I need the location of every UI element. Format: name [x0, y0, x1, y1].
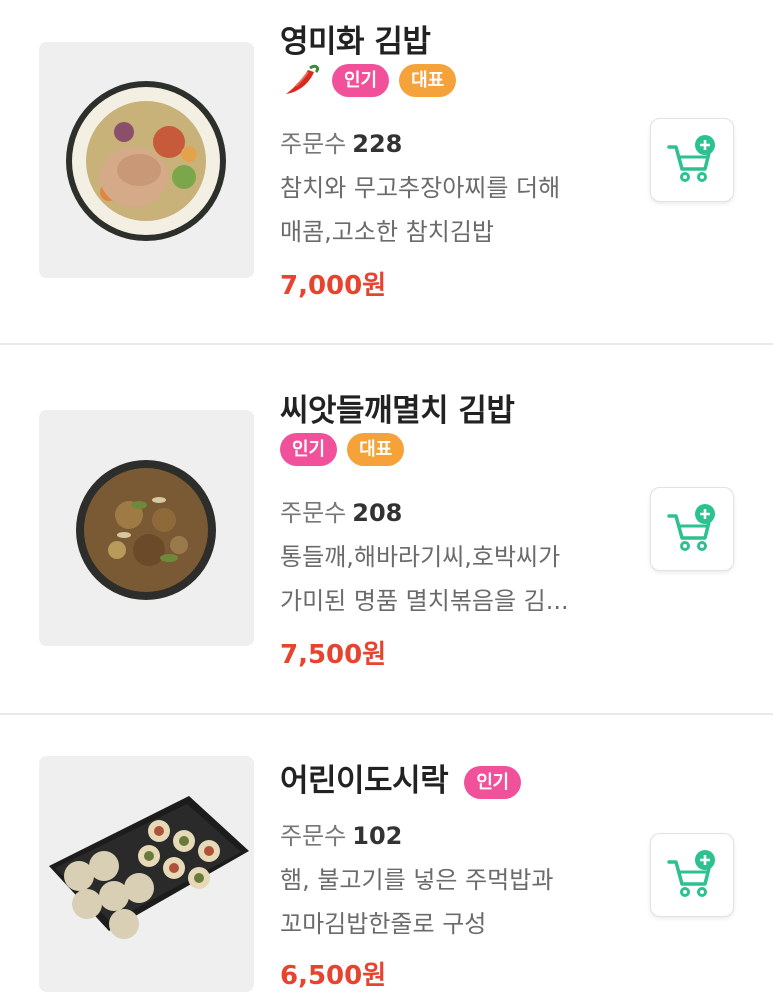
tuna-kimbap-image [39, 42, 254, 278]
order-count-value: 228 [352, 130, 403, 158]
order-count-label: 주문수 [280, 822, 347, 850]
kids-lunchbox-image [39, 756, 254, 992]
menu-item-description: 햄, 불고기를 넣은 주먹밥과 꼬마김밥한줄로 구성 [280, 858, 610, 946]
popular-badge: 인기 [464, 766, 521, 799]
menu-item-tags: 인기 대표 [280, 62, 457, 98]
menu-item[interactable]: 영미화 김밥 인기 대표 주문수 228 참치와 무고추장아찌를 더해 매콤,고소… [0, 0, 773, 345]
add-to-cart-icon [667, 850, 715, 897]
food-image[interactable] [39, 756, 254, 992]
menu-item-price: 6,500원 [280, 961, 387, 991]
order-count: 주문수 228 [280, 124, 402, 159]
order-count-label: 주문수 [280, 499, 347, 527]
order-count-value: 102 [352, 822, 403, 850]
add-to-cart-button[interactable] [650, 833, 734, 917]
menu-item-name-text: 어린이도시락 [280, 763, 449, 799]
description-line: 꼬마김밥한줄로 구성 [280, 910, 487, 938]
food-image[interactable] [39, 410, 254, 646]
menu-item-description: 참치와 무고추장아찌를 더해 매콤,고소한 참치김밥 [280, 166, 610, 254]
description-line: 통들깨,해바라기씨,호박씨가 [280, 543, 561, 571]
menu-item-tags: 인기 대표 [280, 433, 405, 466]
food-image[interactable] [39, 42, 254, 278]
anchovy-kimbap-image [39, 410, 254, 646]
add-to-cart-icon [667, 504, 715, 551]
add-to-cart-button[interactable] [650, 118, 734, 202]
signature-badge: 대표 [347, 433, 405, 466]
order-count: 주문수 102 [280, 816, 402, 851]
add-to-cart-button[interactable] [650, 487, 734, 571]
signature-badge: 대표 [399, 63, 457, 97]
add-to-cart-icon [667, 135, 715, 182]
order-count: 주문수 208 [280, 493, 402, 528]
order-count-label: 주문수 [280, 130, 347, 158]
menu-item-price: 7,000원 [280, 271, 387, 301]
description-line: 참치와 무고추장아찌를 더해 [280, 174, 561, 202]
popular-badge: 인기 [280, 433, 338, 466]
menu-list: 영미화 김밥 인기 대표 주문수 228 참치와 무고추장아찌를 더해 매콤,고소… [0, 0, 773, 1005]
menu-item-name: 씨앗들깨멸치 김밥 [280, 393, 515, 429]
description-line: 햄, 불고기를 넣은 주먹밥과 [280, 866, 554, 894]
menu-item[interactable]: 씨앗들깨멸치 김밥 인기 대표 주문수 208 통들깨,해바라기씨,호박씨가 가미… [0, 345, 773, 715]
popular-badge: 인기 [332, 63, 390, 97]
description-line: 가미된 명품 멸치볶음을 김... [280, 587, 569, 615]
menu-item-name: 영미화 김밥 [280, 24, 431, 60]
menu-item-description: 통들깨,해바라기씨,호박씨가 가미된 명품 멸치볶음을 김... [280, 535, 610, 623]
description-line: 매콤,고소한 참치김밥 [280, 218, 494, 246]
menu-item[interactable]: 어린이도시락 인기 주문수 102 햄, 불고기를 넣은 주먹밥과 꼬마김밥한줄로… [0, 715, 773, 1005]
menu-item-name: 어린이도시락 인기 [280, 755, 521, 800]
menu-item-price: 7,500원 [280, 640, 387, 670]
chili-pepper-icon [280, 62, 322, 98]
order-count-value: 208 [352, 499, 403, 527]
